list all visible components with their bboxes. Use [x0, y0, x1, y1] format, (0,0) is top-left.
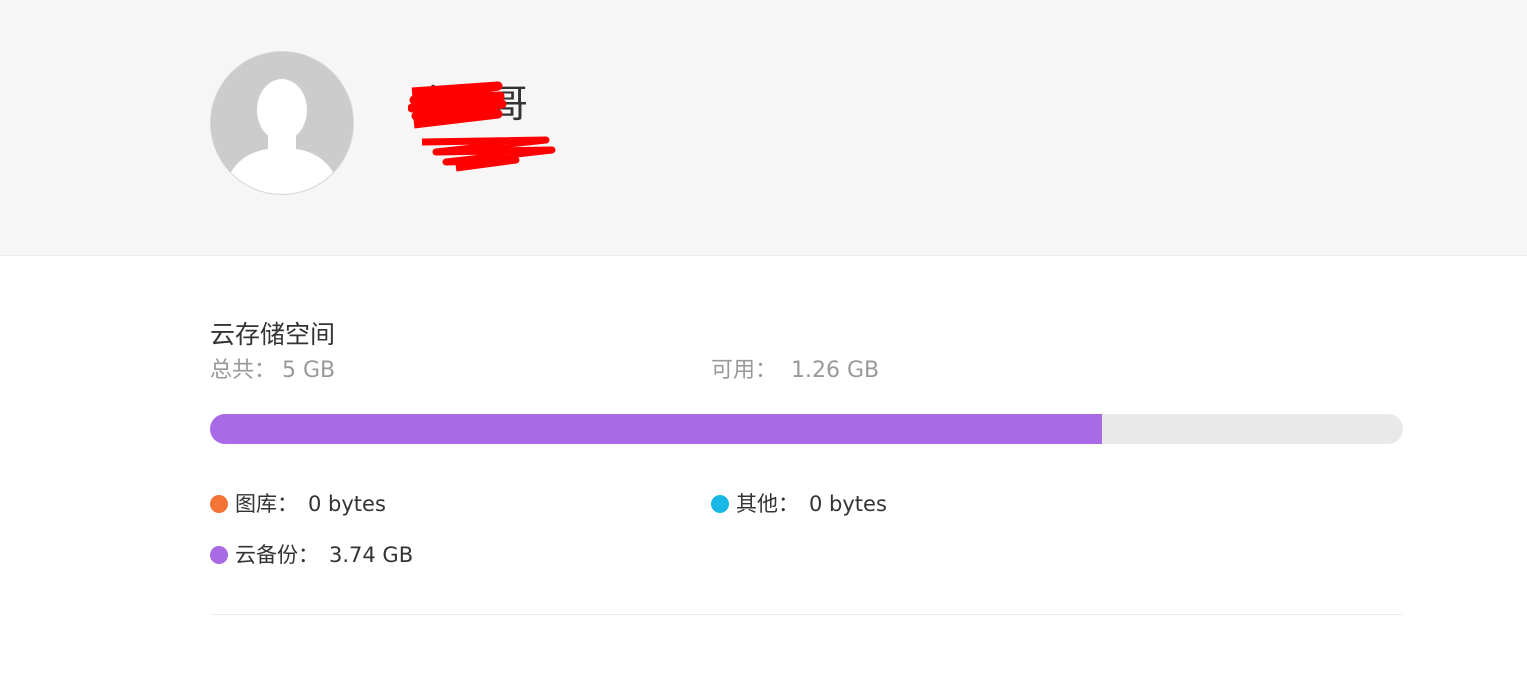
legend-value: 0 bytes: [308, 492, 386, 516]
available-storage: 可用： 1.26 GB: [711, 356, 879, 386]
section-divider: [210, 614, 1403, 615]
legend-value: 3.74 GB: [329, 543, 414, 567]
total-label: 总共：: [210, 358, 277, 383]
default-user-avatar-icon: [211, 52, 353, 194]
profile-header: 大帅哥: [0, 0, 1527, 256]
other-dot-icon: [711, 495, 729, 513]
section-title: 云存储空间: [210, 320, 336, 349]
available-value: 1.26 GB: [791, 358, 880, 383]
redaction-scribble: [408, 81, 507, 129]
legend-gallery: 图库： 0 bytes: [210, 489, 386, 519]
avatar[interactable]: [210, 51, 354, 195]
legend-label: 云备份：: [235, 543, 319, 567]
storage-usage-bar: [210, 414, 1403, 444]
gallery-dot-icon: [210, 495, 228, 513]
legend-value: 0 bytes: [809, 492, 887, 516]
redaction-scribble: [421, 136, 556, 172]
available-label: 可用：: [711, 358, 778, 383]
legend-label: 其他：: [736, 492, 799, 516]
total-value: 5 GB: [282, 358, 336, 383]
legend-other: 其他： 0 bytes: [711, 489, 887, 519]
storage-usage-fill: [210, 414, 1103, 444]
legend-cloud-backup: 云备份： 3.74 GB: [210, 540, 413, 570]
legend-label: 图库：: [235, 492, 298, 516]
cloud-backup-dot-icon: [210, 546, 228, 564]
total-storage: 总共： 5 GB: [210, 356, 335, 386]
